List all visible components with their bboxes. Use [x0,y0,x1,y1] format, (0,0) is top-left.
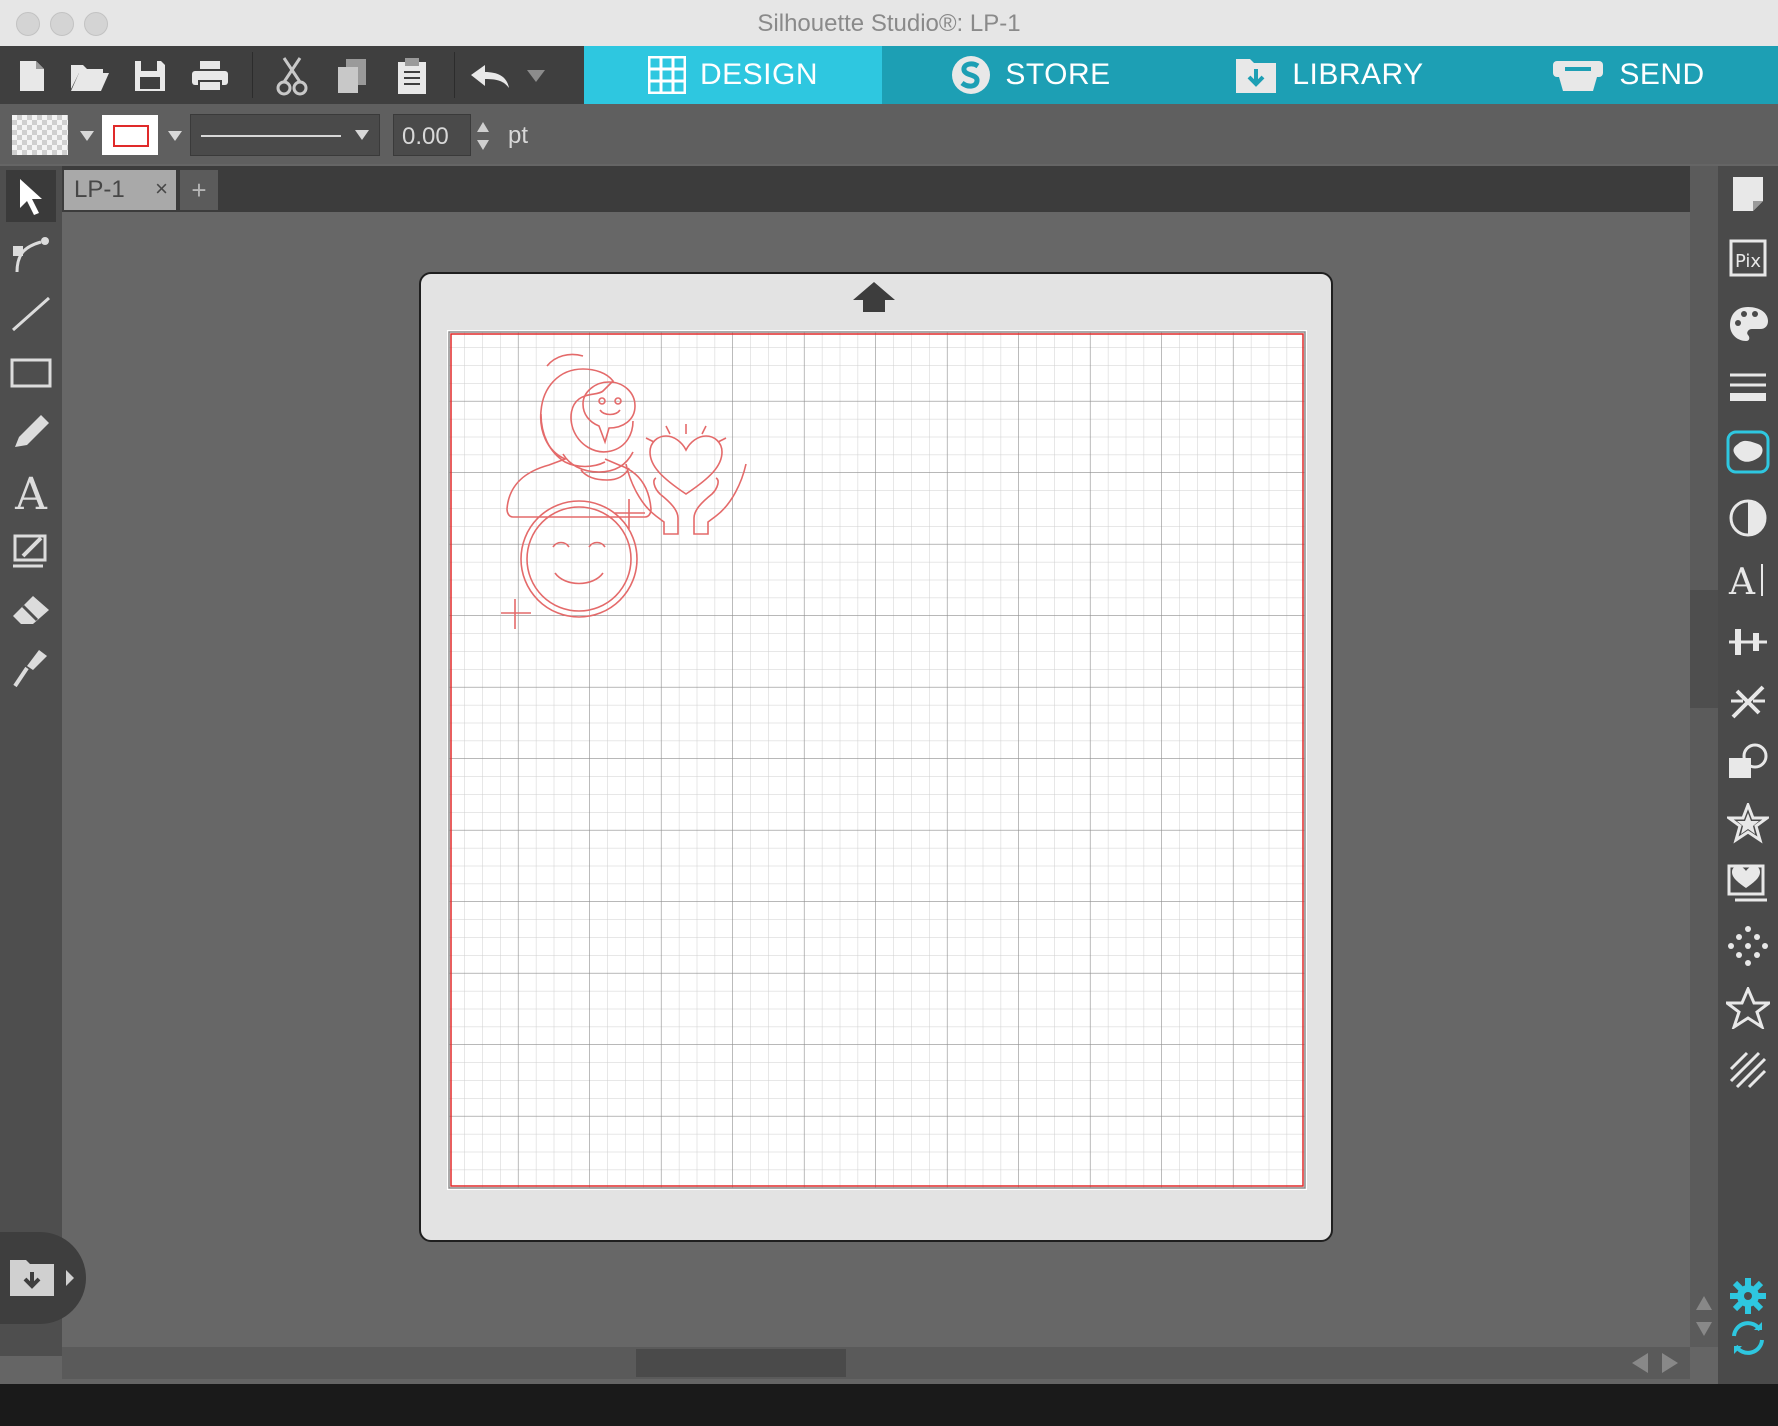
document-tab[interactable]: LP-1 × [64,170,176,210]
vertical-scrollbar[interactable] [1690,166,1718,1347]
grid-icon [647,56,686,94]
align-icon[interactable] [1724,618,1772,666]
properties-bar: 0.00 pt [0,104,1778,164]
settings-gear-icon[interactable] [1724,1272,1772,1320]
open-folder-icon[interactable] [68,54,112,98]
expand-arrow-icon [66,1270,74,1286]
knife-tool-icon[interactable] [6,642,56,694]
select-arrow-icon[interactable] [6,170,56,222]
svg-text:Pix: Pix [1735,251,1761,272]
save-icon[interactable] [128,54,172,98]
svg-text:A: A [1728,562,1756,600]
line-style-select[interactable] [190,114,380,156]
undo-icon[interactable] [468,54,512,98]
sync-icon[interactable] [1724,1314,1772,1362]
paste-icon[interactable] [390,54,434,98]
horizontal-scroll-thumb[interactable] [636,1349,846,1377]
rectangle-tool-icon[interactable] [6,348,56,400]
tab-library-label: LIBRARY [1292,58,1424,91]
right-panel-toolbar: Pix A [1718,166,1778,1384]
cut-icon[interactable] [270,54,314,98]
pixscan-icon[interactable]: Pix [1724,234,1772,282]
toolbar-separator [252,52,253,98]
replicate-icon[interactable] [1724,678,1772,726]
silhouette-s-icon [952,56,991,94]
print-icon[interactable] [188,54,232,98]
library-download-icon [1236,59,1277,93]
title-bar: Silhouette Studio®: LP-1 [0,0,1778,47]
line-color-dropdown-icon[interactable] [168,131,182,141]
line-style-dropdown-icon [355,130,369,140]
horizontal-scrollbar[interactable] [62,1347,1690,1379]
line-tool-icon[interactable] [6,288,56,340]
new-document-icon[interactable] [10,54,54,98]
left-toolbox: A [0,166,62,1356]
cutting-mat [419,272,1333,1242]
design-workspace[interactable] [62,212,1690,1347]
scroll-left-right-arrows-icon[interactable] [1628,1351,1684,1375]
trace-icon[interactable] [1724,428,1772,476]
library-drawer-icon [10,1260,54,1296]
main-toolbar: DESIGN STORE LIBRARY SEND [0,46,1778,104]
hatch-icon[interactable] [1724,1046,1772,1094]
line-color-swatch[interactable] [102,115,158,155]
feed-direction-arrow-icon [853,282,895,312]
fill-panel-icon[interactable] [1724,300,1772,348]
offset-icon[interactable] [1724,800,1772,848]
sketch-tool-icon[interactable] [6,524,56,576]
line-width-unit: pt [508,122,529,149]
app-window: Silhouette Studio®: LP-1 DESIGN STORE LI… [0,0,1778,1384]
copy-icon[interactable] [330,54,374,98]
line-color-sample [113,125,149,147]
tab-send-label: SEND [1619,58,1705,91]
toolbar-separator [454,52,455,98]
point-edit-icon[interactable] [6,228,56,280]
tab-design[interactable]: DESIGN [584,46,882,104]
contrast-icon[interactable] [1724,494,1772,542]
desktop-background [0,1384,1778,1426]
page-setup-icon[interactable] [1724,170,1772,218]
favorites-star-icon[interactable] [1724,984,1772,1032]
modify-icon[interactable] [1724,738,1772,786]
tab-store-label: STORE [1005,58,1111,91]
vertical-scroll-thumb[interactable] [1690,590,1718,708]
transform-icon[interactable] [1724,922,1772,970]
line-width-input[interactable]: 0.00 [393,114,471,156]
document-tab-strip: LP-1 × + [62,166,1690,212]
fill-color-dropdown-icon[interactable] [80,131,94,141]
rhinestone-icon[interactable] [1724,860,1772,908]
add-tab-button[interactable]: + [180,170,218,210]
tab-store[interactable]: STORE [882,46,1180,104]
line-style-icon[interactable] [1724,364,1772,412]
line-style-sample [201,135,341,137]
scroll-up-down-arrows-icon[interactable] [1694,1290,1714,1342]
smiley-face-design [501,499,645,629]
text-style-icon[interactable]: A [1724,556,1772,604]
close-tab-icon[interactable]: × [155,176,168,202]
document-tab-label: LP-1 [74,176,125,203]
tab-library[interactable]: LIBRARY [1180,46,1478,104]
tab-design-label: DESIGN [699,58,819,91]
tab-send[interactable]: SEND [1478,46,1778,104]
fill-color-swatch[interactable] [12,115,68,155]
pencil-tool-icon[interactable] [6,406,56,458]
eraser-tool-icon[interactable] [6,584,56,636]
window-title: Silhouette Studio®: LP-1 [757,10,1021,37]
cutter-icon [1553,61,1604,91]
line-width-stepper[interactable] [476,118,490,154]
text-tool-icon[interactable]: A [6,466,56,518]
svg-text:A: A [14,471,48,513]
undo-dropdown-icon[interactable] [514,54,558,98]
